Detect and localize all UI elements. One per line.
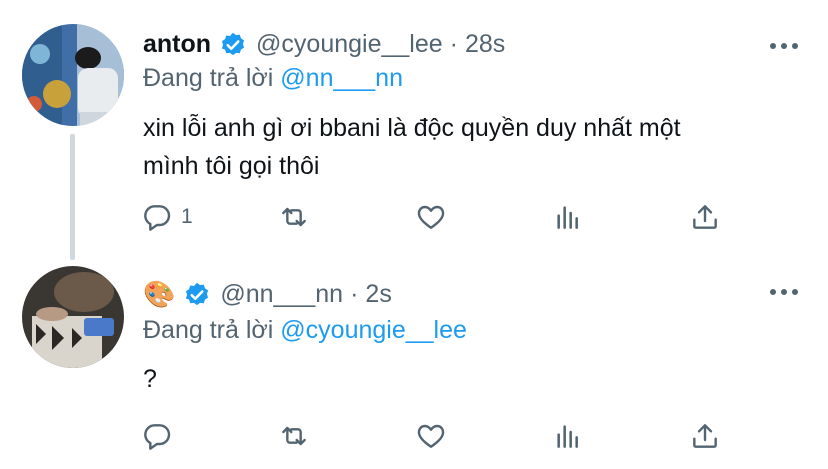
user-handle[interactable]: @nn___nn: [220, 280, 343, 309]
analytics-button[interactable]: [552, 200, 584, 234]
tweet-text: ?: [143, 360, 803, 398]
more-icon[interactable]: [770, 41, 798, 51]
share-icon: [693, 205, 717, 229]
separator-dot: ·: [350, 280, 359, 308]
tweet-header: 🎨 @nn___nn · 2s: [143, 279, 392, 310]
like-icon: [417, 205, 445, 229]
tweet-text: xin lỗi anh gì ơi bbani là độc quyền duy…: [143, 109, 803, 185]
action-bar: [141, 419, 741, 453]
tweet-text-line: mình tôi gọi thôi: [143, 152, 320, 180]
verified-badge-icon: [219, 31, 247, 59]
reply-icon: [144, 424, 171, 450]
avatar[interactable]: [22, 266, 124, 368]
retweet-button[interactable]: [278, 200, 310, 234]
verified-badge-icon: [183, 281, 211, 309]
timestamp[interactable]: 2s: [365, 280, 391, 309]
share-icon: [693, 424, 717, 448]
reply-button[interactable]: 1: [141, 200, 193, 234]
separator-dot: ·: [449, 30, 458, 58]
tweet-text-line: xin lỗi anh gì ơi bbani là độc quyền duy…: [143, 114, 681, 142]
replying-to: Đang trả lời @cyoungie__lee: [143, 316, 467, 345]
mention-link[interactable]: @nn___nn: [280, 64, 403, 92]
analytics-icon: [557, 206, 578, 229]
reply-button[interactable]: [141, 419, 173, 453]
timestamp[interactable]: 28s: [465, 30, 505, 59]
replying-label: Đang trả lời: [143, 64, 281, 92]
mention-link[interactable]: @cyoungie__lee: [280, 316, 467, 344]
analytics-button[interactable]: [552, 419, 584, 453]
analytics-icon: [557, 425, 578, 448]
like-icon: [417, 424, 445, 448]
retweet-icon: [282, 207, 306, 227]
user-handle[interactable]: @cyoungie__lee: [256, 30, 443, 59]
reply-icon: [144, 205, 171, 231]
tweet-1[interactable]: anton @cyoungie__lee · 28s Đang trả lời …: [0, 0, 828, 260]
reply-count: 1: [181, 205, 193, 228]
tweet-text-line: ?: [143, 365, 157, 393]
thread-line: [70, 134, 75, 260]
palette-emoji[interactable]: 🎨: [143, 279, 175, 310]
like-button[interactable]: [415, 419, 447, 453]
share-button[interactable]: [689, 419, 721, 453]
like-button[interactable]: [415, 200, 447, 234]
replying-label: Đang trả lời: [143, 316, 281, 344]
avatar[interactable]: [22, 24, 124, 126]
display-name[interactable]: anton: [143, 30, 211, 59]
tweet-header: anton @cyoungie__lee · 28s: [143, 30, 505, 59]
retweet-button[interactable]: [278, 419, 310, 453]
tweet-2[interactable]: 🎨 @nn___nn · 2s Đang trả lời @cyoungie__…: [0, 260, 828, 469]
more-icon[interactable]: [770, 287, 798, 297]
retweet-icon: [282, 426, 306, 446]
replying-to: Đang trả lời @nn___nn: [143, 64, 403, 93]
action-bar: 1: [141, 200, 741, 234]
share-button[interactable]: [689, 200, 721, 234]
